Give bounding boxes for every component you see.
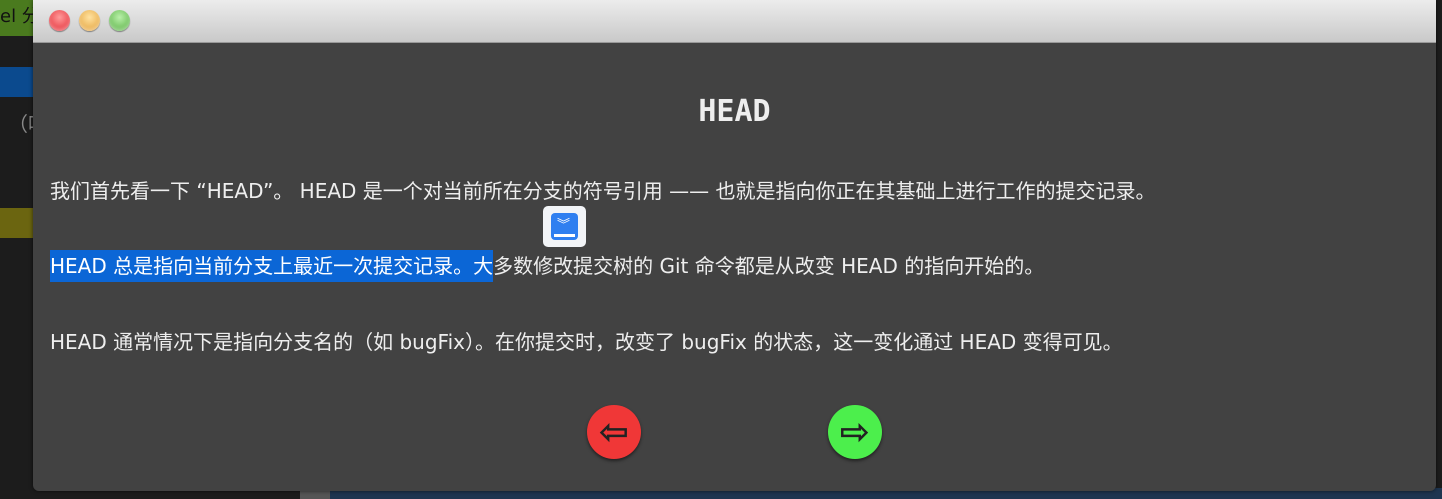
arrow-left-icon: ⇦ (598, 411, 630, 453)
paragraph-2-rest: 多数修改提交树的 Git 命令都是从改变 HEAD 的指向开始的。 (493, 254, 1045, 278)
paragraph-2: HEAD 总是指向当前分支上最近一次提交记录。大多数修改提交树的 Git 命令都… (50, 250, 1045, 282)
previous-button[interactable]: ⇦ (587, 405, 641, 459)
dialog-window: HEAD 我们首先看一下 “HEAD”。 HEAD 是一个对当前所在分支的符号引… (33, 0, 1436, 491)
book-icon (551, 213, 578, 240)
dictionary-popup-button[interactable] (543, 206, 586, 247)
paragraph-1: 我们首先看一下 “HEAD”。 HEAD 是一个对当前所在分支的符号引用 —— … (50, 179, 1156, 203)
close-button[interactable] (49, 10, 70, 31)
paragraph-3: HEAD 通常情况下是指向分支名的（如 bugFix）。在你提交时，改变了 bu… (50, 330, 1123, 354)
maximize-button[interactable] (109, 10, 130, 31)
minimize-button[interactable] (79, 10, 100, 31)
next-button[interactable]: ⇨ (828, 405, 882, 459)
dialog-title: HEAD (698, 94, 771, 129)
selected-text: HEAD 总是指向当前分支上最近一次提交记录。大 (50, 250, 494, 282)
title-bar (33, 0, 1436, 43)
arrow-right-icon: ⇨ (839, 411, 871, 453)
